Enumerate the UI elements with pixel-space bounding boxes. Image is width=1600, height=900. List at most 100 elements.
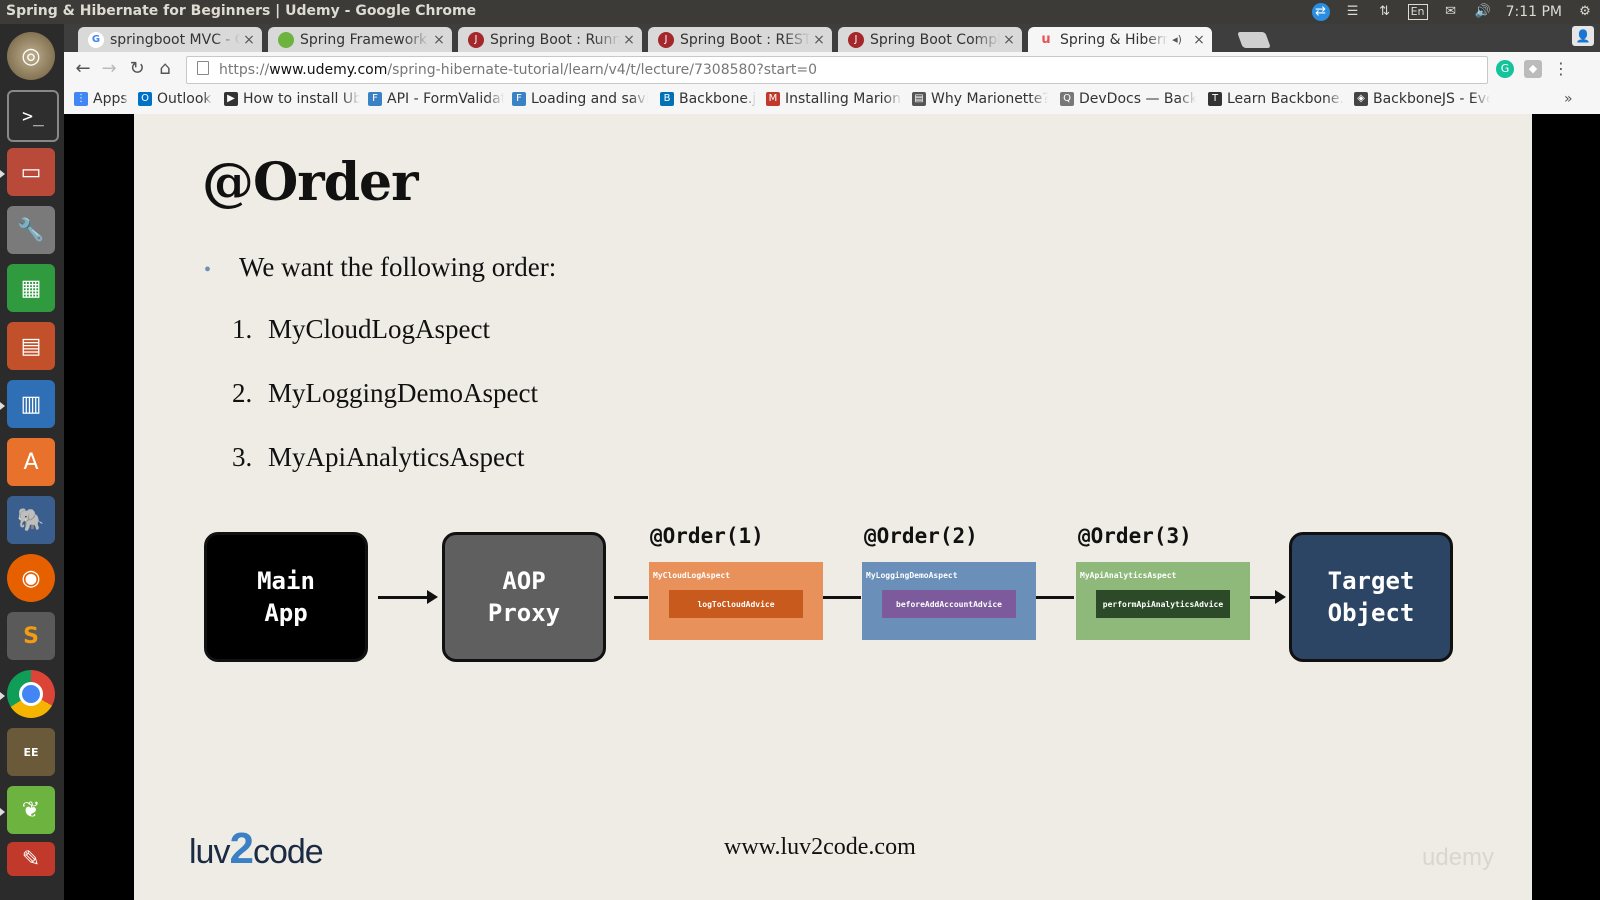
tab[interactable]: J Spring Boot Complet × bbox=[838, 27, 1022, 52]
backbone-icon: B bbox=[660, 92, 674, 106]
tab-label: springboot MVC - Go bbox=[110, 31, 240, 48]
postgresql-icon[interactable]: 🐘 bbox=[7, 496, 55, 544]
network-icon[interactable]: ⇅ bbox=[1376, 4, 1394, 20]
text-icon: T bbox=[1208, 92, 1222, 106]
keyboard-language-indicator[interactable]: En bbox=[1407, 4, 1428, 20]
main-app-box: Main App bbox=[204, 532, 368, 662]
tab[interactable]: G springboot MVC - Go × bbox=[78, 27, 262, 52]
tab-active[interactable]: u Spring & Hibernate ◂) × bbox=[1028, 27, 1212, 52]
clock[interactable]: 7:11 PM bbox=[1506, 4, 1562, 20]
app-icon[interactable]: ✎ bbox=[7, 842, 55, 876]
order-list-item: 3. MyApiAnalyticsAspect bbox=[232, 442, 524, 473]
menu-kebab-icon[interactable]: ⋮ bbox=[1552, 60, 1570, 78]
bullet-dot-icon: • bbox=[204, 259, 212, 281]
browser-toolbar: ← → ↻ ⌂ https://www.udemy.com/spring-hib… bbox=[64, 52, 1600, 86]
list-number: 1. bbox=[232, 314, 253, 344]
bookmark-apps[interactable]: ⋮ Apps bbox=[74, 91, 130, 107]
spreadsheet-icon[interactable]: ▦ bbox=[7, 264, 55, 312]
eclipse-javaee-icon[interactable]: EE bbox=[7, 728, 55, 776]
aspect-name: MyApiAnalyticsAspect bbox=[1080, 571, 1177, 580]
file-manager-icon[interactable]: ▭ bbox=[7, 148, 55, 196]
tab-label: Spring Boot Complet bbox=[870, 31, 1000, 48]
tab-label: Spring Framework Do bbox=[300, 31, 430, 48]
bookmark-outlook[interactable]: O Outlook bbox=[138, 91, 216, 107]
sublime-text-icon[interactable]: S bbox=[7, 612, 55, 660]
writer-icon[interactable]: ▥ bbox=[7, 380, 55, 428]
tab[interactable]: Spring Framework Do × bbox=[268, 27, 452, 52]
tab-favicon-icon: J bbox=[658, 31, 674, 48]
bookmarks-overflow-icon[interactable]: » bbox=[1564, 91, 1584, 107]
close-tab-icon[interactable]: × bbox=[1000, 32, 1018, 48]
reload-icon[interactable]: ↻ bbox=[126, 58, 148, 80]
bookmark-item[interactable]: B Backbone.js bbox=[660, 91, 756, 107]
close-tab-icon[interactable]: × bbox=[240, 32, 258, 48]
page-info-icon[interactable] bbox=[197, 61, 209, 75]
terminal-icon[interactable]: >_ bbox=[7, 90, 59, 142]
advice-box: beforeAddAccountAdvice bbox=[882, 590, 1016, 618]
home-icon[interactable]: ⌂ bbox=[154, 58, 176, 80]
apps-grid-icon: ⋮ bbox=[74, 92, 88, 106]
spring-tool-suite-icon[interactable]: ❦ bbox=[7, 786, 55, 834]
close-tab-icon[interactable]: × bbox=[1190, 32, 1208, 48]
slide-bullet: • We want the following order: bbox=[204, 252, 556, 283]
bookmark-item[interactable]: ▤ Why Marionette? bbox=[912, 91, 1048, 107]
software-center-icon[interactable]: A bbox=[7, 438, 55, 486]
volume-icon[interactable]: 🔊 bbox=[1474, 4, 1492, 20]
bookmark-label: Backbone.js bbox=[679, 91, 756, 107]
list-text: MyApiAnalyticsAspect bbox=[268, 442, 525, 472]
close-tab-icon[interactable]: × bbox=[430, 32, 448, 48]
running-indicator bbox=[0, 170, 5, 178]
bookmark-item[interactable]: ▶ How to install Ubu bbox=[224, 91, 360, 107]
video-player[interactable]: @Order • We want the following order: 1. M… bbox=[64, 114, 1600, 900]
back-arrow-icon[interactable]: ← bbox=[72, 58, 94, 80]
bookmark-label: Loading and saving bbox=[531, 91, 648, 107]
bookmark-item[interactable]: ◈ BackboneJS - Even bbox=[1354, 91, 1490, 107]
close-tab-icon[interactable]: × bbox=[810, 32, 828, 48]
tab[interactable]: J Spring Boot : RESTful × bbox=[648, 27, 832, 52]
aspect-name: MyLoggingDemoAspect bbox=[866, 571, 958, 580]
tab[interactable]: J Spring Boot : Running × bbox=[458, 27, 642, 52]
udemy-watermark: udemy bbox=[1422, 844, 1495, 871]
system-settings-icon[interactable]: 🔧 bbox=[7, 206, 55, 254]
flow-arrow bbox=[1250, 590, 1286, 604]
tab-label: Spring Boot : Running bbox=[490, 31, 620, 48]
marionette-icon: M bbox=[766, 92, 780, 106]
bookmark-item[interactable]: T Learn Backbone.js bbox=[1208, 91, 1344, 107]
bookmark-item[interactable]: F Loading and saving bbox=[512, 91, 648, 107]
bookmark-label: Why Marionette? bbox=[931, 91, 1048, 107]
url-path: /spring-hibernate-tutorial/learn/v4/t/le… bbox=[387, 62, 818, 78]
grammarly-extension-icon[interactable]: G bbox=[1496, 60, 1514, 78]
teamviewer-icon[interactable]: ⇄ bbox=[1311, 3, 1330, 21]
advice-box: logToCloudAdvice bbox=[669, 590, 803, 618]
mail-icon[interactable]: ✉ bbox=[1442, 4, 1460, 20]
ubuntu-dash-icon[interactable]: ◎ bbox=[7, 32, 55, 80]
running-indicator bbox=[0, 692, 5, 700]
luv2code-logo: luv2code bbox=[189, 824, 324, 874]
address-bar[interactable]: https://www.udemy.com/spring-hibernate-t… bbox=[186, 56, 1488, 84]
bookmark-item[interactable]: F API - FormValidati bbox=[368, 91, 504, 107]
running-indicator bbox=[0, 402, 5, 410]
aop-proxy-label: AOP Proxy bbox=[487, 567, 561, 627]
logo-text: code bbox=[252, 833, 324, 871]
bookmark-item[interactable]: Q DevDocs — Backb bbox=[1060, 91, 1196, 107]
system-tray: ⇄ ☰ ⇅ En ✉ 🔊 7:11 PM ⚙ bbox=[1311, 2, 1594, 22]
settings-gear-icon[interactable]: ⚙ bbox=[1576, 4, 1594, 20]
menu-list-icon[interactable]: ☰ bbox=[1344, 4, 1362, 20]
forward-arrow-icon[interactable]: → bbox=[98, 58, 120, 80]
bullet-text: We want the following order: bbox=[239, 252, 557, 282]
firefox-icon[interactable]: ◉ bbox=[7, 554, 55, 602]
tab-audio-icon[interactable]: ◂) bbox=[1168, 33, 1186, 46]
target-object-label: Target Object bbox=[1327, 567, 1415, 627]
new-tab-button[interactable] bbox=[1237, 32, 1271, 48]
window-title: Spring & Hibernate for Beginners | Udemy… bbox=[6, 3, 477, 19]
bookmark-label: API - FormValidati bbox=[387, 91, 504, 107]
close-tab-icon[interactable]: × bbox=[620, 32, 638, 48]
shield-extension-icon[interactable]: ◆ bbox=[1524, 60, 1542, 78]
list-number: 2. bbox=[232, 378, 253, 408]
url-scheme: https:// bbox=[219, 62, 270, 78]
profile-icon[interactable]: 👤 bbox=[1572, 26, 1594, 46]
list-number: 3. bbox=[232, 442, 253, 472]
presentation-icon[interactable]: ▤ bbox=[7, 322, 55, 370]
chrome-icon[interactable] bbox=[7, 670, 55, 718]
bookmark-item[interactable]: M Installing Marione bbox=[766, 91, 902, 107]
